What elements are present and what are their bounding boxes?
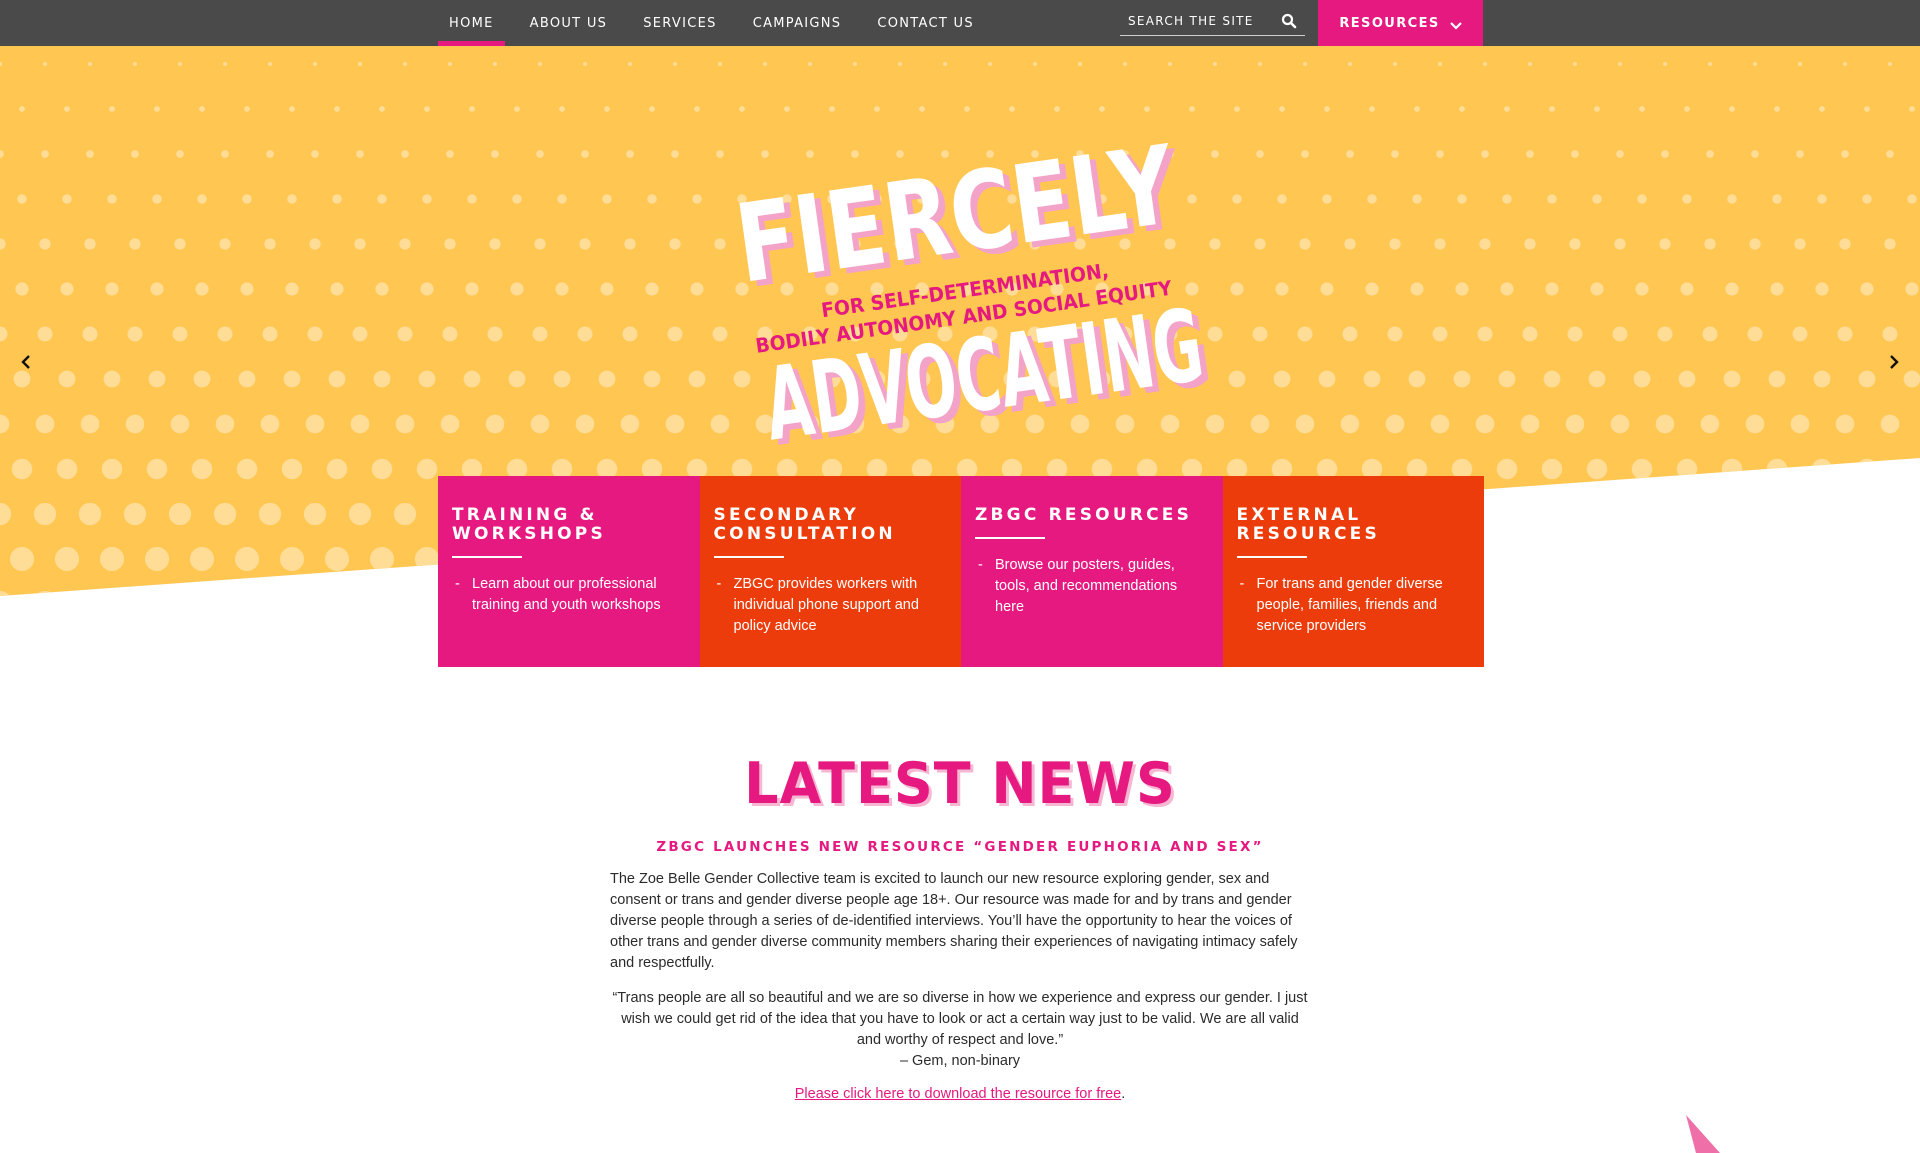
card-divider <box>1236 556 1307 558</box>
nav-item-home[interactable]: HOME <box>438 0 505 46</box>
card-divider <box>975 537 1045 539</box>
chevron-down-icon <box>1449 19 1462 30</box>
download-resource-link[interactable]: Please click here to download the resour… <box>795 1086 1121 1102</box>
search-icon[interactable] <box>1281 13 1297 29</box>
resources-dropdown-button[interactable]: RESOURCES <box>1318 0 1483 46</box>
nav-item-contact-us[interactable]: CONTACT US <box>866 0 985 46</box>
nav-item-services[interactable]: SERVICES <box>632 0 727 46</box>
card-description: For trans and gender diverse people, fam… <box>1256 576 1443 634</box>
top-navigation-bar: HOME ABOUT US SERVICES CAMPAIGNS CONTACT… <box>0 0 1920 46</box>
news-quote: “Trans people are all so beautiful and w… <box>610 988 1310 1072</box>
card-description: Browse our posters, guides, tools, and r… <box>995 557 1178 615</box>
card-divider <box>452 556 522 558</box>
search-input[interactable] <box>1128 13 1268 28</box>
fiercely-advocating-logo: FIERCELY FIERCELY ADVOCATING ADVOCATING … <box>710 123 1217 469</box>
quote-attribution: – Gem, non-binary <box>899 1053 1021 1069</box>
main-nav: HOME ABOUT US SERVICES CAMPAIGNS CONTACT… <box>438 0 999 46</box>
quote-text: “Trans people are all so beautiful and w… <box>612 990 1308 1048</box>
carousel-next-icon[interactable] <box>1884 350 1904 374</box>
card-description: Learn about our professional training an… <box>472 576 661 613</box>
card-title: SECONDARY CONSULTATION <box>713 505 896 544</box>
card-title: ZBGC RESOURCES <box>975 505 1193 525</box>
card-description: ZBGC provides workers with individual ph… <box>733 576 919 634</box>
nav-item-campaigns[interactable]: CAMPAIGNS <box>742 0 853 46</box>
card-external-resources[interactable]: EXTERNAL RESOURCES - For trans and gender… <box>1222 476 1484 667</box>
card-secondary-consultation[interactable]: SECONDARY CONSULTATION - ZBGC provides wo… <box>699 476 961 667</box>
carousel-prev-icon[interactable] <box>16 350 36 374</box>
service-cards: TRAINING & WORKSHOPS - Learn about our pr… <box>438 476 1484 667</box>
latest-news-heading: LATEST NEWS <box>744 750 1176 817</box>
card-title: TRAINING & WORKSHOPS <box>452 505 606 544</box>
card-title: EXTERNAL RESOURCES <box>1236 505 1380 544</box>
decorative-pink-triangle <box>1686 1115 1720 1153</box>
search-box <box>1120 6 1305 36</box>
nav-item-about-us[interactable]: ABOUT US <box>519 0 619 46</box>
resources-label: RESOURCES <box>1339 15 1440 31</box>
link-suffix: . <box>1121 1086 1126 1102</box>
news-article-title[interactable]: ZBGC LAUNCHES NEW RESOURCE “GENDER EUPHO… <box>0 839 1920 855</box>
card-zbgc-resources[interactable]: ZBGC RESOURCES - Browse our posters, guid… <box>961 476 1223 667</box>
news-article-body: The Zoe Belle Gender Collective team is … <box>610 871 1298 971</box>
card-divider <box>713 556 784 558</box>
card-training-workshops[interactable]: TRAINING & WORKSHOPS - Learn about our pr… <box>438 476 700 667</box>
